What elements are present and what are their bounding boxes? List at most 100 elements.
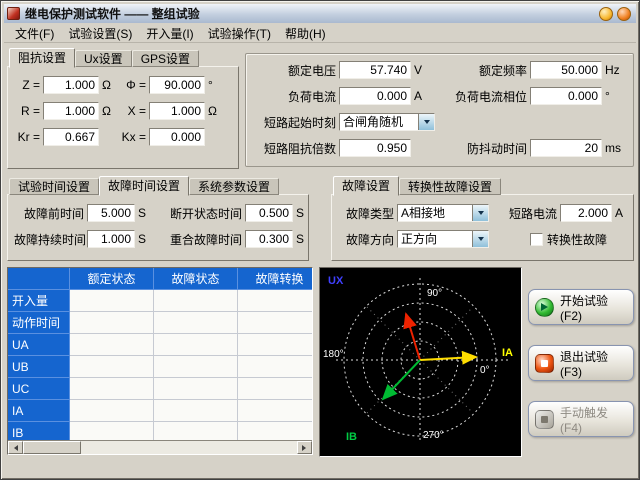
phasor-label-270: 270° <box>423 430 444 441</box>
menu-test-settings[interactable]: 试验设置(S) <box>61 24 139 43</box>
tab-fault-time[interactable]: 故障时间设置 <box>99 176 189 196</box>
r-input[interactable]: 1.000 <box>43 102 99 120</box>
load-current-phase-label: 负荷电流相位 <box>439 88 527 105</box>
load-current-label: 负荷电流 <box>252 88 336 105</box>
chevron-down-icon[interactable] <box>472 205 488 221</box>
table-row: UA <box>8 334 312 356</box>
tab-system-params[interactable]: 系统参数设置 <box>189 178 279 195</box>
table-cell <box>238 334 313 356</box>
window-title: 继电保护测试软件 —— 整组试验 <box>25 5 200 22</box>
table-row: 开入量 <box>8 290 312 312</box>
scroll-thumb[interactable] <box>23 441 81 454</box>
open-state-time-label: 断开状态时间 <box>160 205 242 222</box>
pre-fault-time-input[interactable]: 5.000 <box>87 204 135 222</box>
column-header-rated-state: 额定状态 <box>70 268 154 290</box>
phi-input[interactable]: 90.000 <box>149 76 205 94</box>
table-header-row: 额定状态 故障状态 故障转换 <box>8 268 312 290</box>
table-cell <box>70 400 154 422</box>
table-cell <box>238 312 313 334</box>
short-circuit-start-value: 合闸角随机 <box>340 114 418 130</box>
menu-file[interactable]: 文件(F) <box>8 24 61 43</box>
short-circuit-start-select[interactable]: 合闸角随机 <box>339 113 435 131</box>
kr-input[interactable]: 0.667 <box>43 128 99 146</box>
rated-voltage-input[interactable]: 57.740 <box>339 61 411 79</box>
menu-help[interactable]: 帮助(H) <box>278 24 333 43</box>
exit-test-label: 退出试验(F3) <box>560 348 627 379</box>
load-current-input[interactable]: 0.000 <box>339 87 411 105</box>
exit-test-button[interactable]: 退出试验(F3) <box>528 345 634 381</box>
debounce-time-input[interactable]: 20 <box>530 139 602 157</box>
kx-input[interactable]: 0.000 <box>149 128 205 146</box>
x-input[interactable]: 1.000 <box>149 102 205 120</box>
short-circuit-current-unit: A <box>615 206 625 220</box>
impedance-tabs: 阻抗设置 Ux设置 GPS设置 <box>7 47 239 67</box>
app-window: 继电保护测试软件 —— 整组试验 文件(F) 试验设置(S) 开入量(I) 试验… <box>0 0 640 480</box>
minimize-button[interactable] <box>599 7 613 21</box>
table-row: 动作时间 <box>8 312 312 334</box>
horizontal-scrollbar <box>8 440 312 454</box>
phasor-label-ib: IB <box>346 431 357 443</box>
tab-convertible-fault-settings[interactable]: 转换性故障设置 <box>399 178 501 195</box>
menu-test-operation[interactable]: 试验操作(T) <box>201 24 278 43</box>
load-current-phase-input[interactable]: 0.000 <box>530 87 602 105</box>
fault-type-select[interactable]: A相接地 <box>397 204 489 222</box>
tab-test-time[interactable]: 试验时间设置 <box>9 178 99 195</box>
tab-gps[interactable]: GPS设置 <box>132 50 199 67</box>
phasor-panel: UX 90° 180° 0° 270° IA IB <box>319 267 522 457</box>
tab-fault-settings[interactable]: 故障设置 <box>333 176 399 196</box>
tab-impedance[interactable]: 阻抗设置 <box>9 48 75 68</box>
menu-binary-input[interactable]: 开入量(I) <box>139 24 200 43</box>
rated-voltage-unit: V <box>414 63 432 77</box>
chevron-down-icon[interactable] <box>418 114 434 130</box>
rated-frequency-input[interactable]: 50.000 <box>530 61 602 79</box>
rating-groupbox: 额定电压 57.740 V 额定频率 50.000 Hz 负荷电流 0.000 … <box>245 53 634 167</box>
manual-trigger-button[interactable]: 手动触发(F4) <box>528 401 634 437</box>
table-cell <box>70 290 154 312</box>
table-corner-cell <box>8 268 70 290</box>
scroll-right-button[interactable] <box>297 441 312 454</box>
tab-ux[interactable]: Ux设置 <box>75 50 132 67</box>
scroll-left-button[interactable] <box>8 441 23 454</box>
z-input[interactable]: 1.000 <box>43 76 99 94</box>
fault-duration-input[interactable]: 1.000 <box>87 230 135 248</box>
fault-direction-select[interactable]: 正方向 <box>397 230 489 248</box>
start-play-icon <box>535 298 554 317</box>
fault-direction-label: 故障方向 <box>342 231 394 248</box>
pre-fault-time-label: 故障前时间 <box>14 205 84 222</box>
reclose-fault-time-input[interactable]: 0.300 <box>245 230 293 248</box>
titlebar: 继电保护测试软件 —— 整组试验 <box>4 4 636 23</box>
exit-stop-icon <box>535 354 554 373</box>
start-test-button[interactable]: 开始试验(F2) <box>528 289 634 325</box>
short-circuit-current-input[interactable]: 2.000 <box>560 204 612 222</box>
menu-bar: 文件(F) 试验设置(S) 开入量(I) 试验操作(T) 帮助(H) <box>4 24 636 43</box>
rated-frequency-label: 额定频率 <box>439 62 527 79</box>
table-cell <box>238 356 313 378</box>
short-circuit-current-label: 短路电流 <box>497 205 557 222</box>
debounce-time-unit: ms <box>605 141 627 155</box>
row-header-binary-input: 开入量 <box>8 290 70 312</box>
convertible-fault-checkbox[interactable] <box>530 233 543 246</box>
timing-tabs: 试验时间设置 故障时间设置 系统参数设置 <box>7 175 309 195</box>
table-cell <box>154 290 238 312</box>
debounce-time-label: 防抖动时间 <box>439 140 527 157</box>
row-header-action-time: 动作时间 <box>8 312 70 334</box>
load-current-unit: A <box>414 89 432 103</box>
table-cell <box>238 290 313 312</box>
row-header-ub: UB <box>8 356 70 378</box>
x-unit: Ω <box>208 104 222 118</box>
reclose-fault-time-label: 重合故障时间 <box>160 231 242 248</box>
fault-duration-label: 故障持续时间 <box>14 231 84 248</box>
impedance-multiplier-input[interactable]: 0.950 <box>339 139 411 157</box>
open-state-time-input[interactable]: 0.500 <box>245 204 293 222</box>
row-header-ua: UA <box>8 334 70 356</box>
phasor-label-90: 90° <box>427 288 442 299</box>
fault-direction-value: 正方向 <box>398 231 472 247</box>
table-cell <box>154 312 238 334</box>
phasor-label-ia: IA <box>502 347 513 359</box>
impedance-multiplier-label: 短路阻抗倍数 <box>252 140 336 157</box>
open-state-time-unit: S <box>296 206 308 220</box>
row-header-ia: IA <box>8 400 70 422</box>
x-label: X = <box>116 104 146 118</box>
close-button[interactable] <box>617 7 631 21</box>
chevron-down-icon[interactable] <box>472 231 488 247</box>
